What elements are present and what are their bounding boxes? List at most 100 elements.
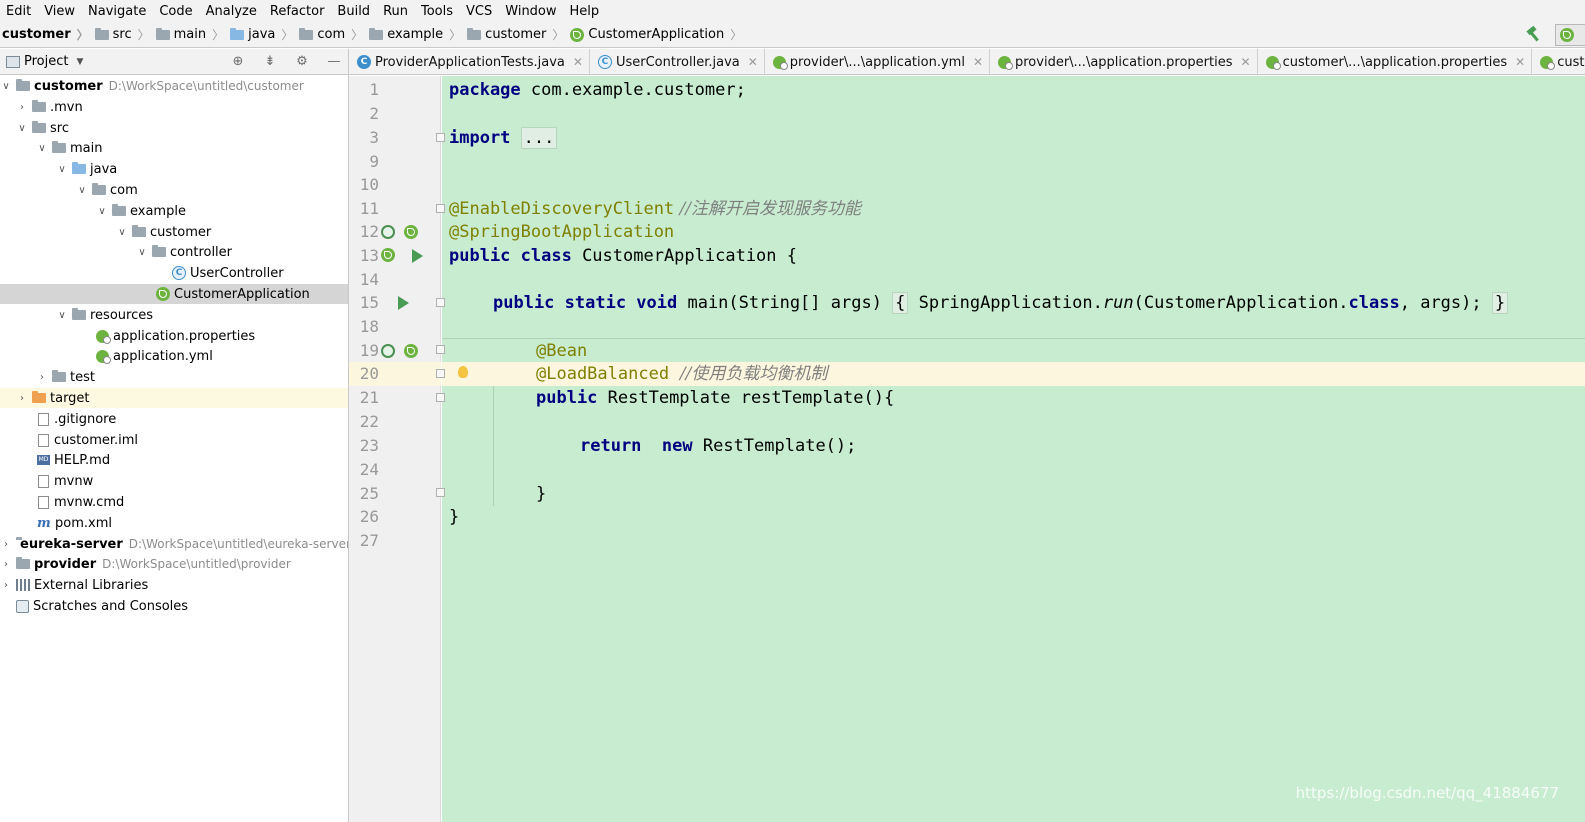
menu-navigate[interactable]: Navigate [88, 4, 146, 19]
chevron-down-icon[interactable]: ∨ [16, 123, 28, 134]
chevron-right-icon[interactable]: › [16, 393, 28, 404]
menu-vcs[interactable]: VCS [466, 4, 492, 19]
close-icon[interactable]: ✕ [1241, 55, 1251, 69]
fold-toggle-icon[interactable] [436, 133, 445, 142]
minimize-icon[interactable]: — [326, 54, 342, 70]
chevron-down-icon[interactable]: ∨ [56, 164, 68, 175]
chevron-right-icon[interactable]: › [16, 102, 28, 113]
tree-item-eureka-server[interactable]: › eureka-server D:\WorkSpace\untitled\eure… [0, 534, 351, 554]
tree-item-com[interactable]: ∨ com [0, 180, 348, 200]
fold-toggle-icon[interactable] [436, 204, 445, 213]
close-icon[interactable]: ✕ [1515, 55, 1525, 69]
close-icon[interactable]: ✕ [973, 55, 983, 69]
chevron-down-icon[interactable]: ∨ [56, 310, 68, 321]
chevron-down-icon[interactable]: ∨ [76, 185, 88, 196]
menu-tools[interactable]: Tools [421, 4, 453, 19]
chevron-right-icon[interactable]: › [36, 372, 48, 383]
tree-item-help-md[interactable]: MD HELP.md [0, 450, 348, 470]
run-main-icon[interactable] [398, 296, 409, 310]
breadcrumb-customer[interactable]: customer 〉 [0, 22, 93, 48]
tree-item-customer-package[interactable]: ∨ customer [0, 222, 348, 242]
tree-item-customerapplication[interactable]: CustomerApplication [0, 284, 348, 304]
chevron-down-icon[interactable]: ∨ [96, 206, 108, 217]
menu-refactor[interactable]: Refactor [270, 4, 325, 19]
menu-build[interactable]: Build [337, 4, 370, 19]
fold-toggle-icon[interactable] [436, 488, 445, 497]
fold-toggle-icon[interactable] [436, 369, 445, 378]
chevron-down-icon[interactable]: ∨ [136, 247, 148, 258]
tree-item-application-properties[interactable]: application.properties [0, 326, 348, 346]
chevron-down-icon[interactable]: ∨ [0, 81, 12, 92]
tree-item-application-yml[interactable]: application.yml [0, 346, 348, 366]
tree-item-test[interactable]: › test [0, 367, 348, 387]
folded-imports[interactable]: ... [520, 127, 558, 149]
package-icon [152, 245, 166, 257]
menu-analyze[interactable]: Analyze [206, 4, 257, 19]
chevron-down-icon[interactable]: ▼ [76, 57, 83, 67]
tree-item-example[interactable]: ∨ example [0, 201, 348, 221]
tab-user-controller[interactable]: C UserController.java ✕ [590, 49, 765, 74]
tree-item-target[interactable]: › target [0, 388, 348, 408]
chevron-down-icon[interactable]: ∨ [116, 227, 128, 238]
run-configuration-selector[interactable] [1555, 24, 1585, 46]
tab-customer-application-properties[interactable]: customer\...\application.properties ✕ [1258, 49, 1533, 74]
project-view-selector[interactable]: Project [24, 54, 68, 69]
tree-item-scratches[interactable]: Scratches and Consoles [0, 596, 348, 616]
tab-provider-application-tests[interactable]: C ProviderApplicationTests.java ✕ [349, 49, 590, 74]
folded-block[interactable]: { [892, 292, 909, 314]
breadcrumb-customer-application[interactable]: CustomerApplication 〉 [568, 22, 746, 48]
menu-edit[interactable]: Edit [6, 4, 31, 19]
chevron-right-icon[interactable]: › [0, 539, 12, 550]
tree-item-pom-xml[interactable]: m pom.xml [0, 513, 348, 533]
breadcrumb-java[interactable]: java 〉 [228, 22, 297, 48]
lightbulb-icon[interactable] [458, 366, 468, 378]
menu-code[interactable]: Code [159, 4, 192, 19]
collapse-all-icon[interactable]: ⇟ [262, 54, 278, 70]
find-usages-icon[interactable] [381, 344, 395, 358]
tree-item-external-libraries[interactable]: › External Libraries [0, 575, 348, 595]
spring-bean-icon[interactable] [404, 344, 418, 358]
find-usages-icon[interactable] [381, 225, 395, 239]
close-icon[interactable]: ✕ [748, 55, 758, 69]
tab-provider-application-yml[interactable]: provider\...\application.yml ✕ [765, 49, 990, 74]
tab-provider-application-properties[interactable]: provider\...\application.properties ✕ [990, 49, 1258, 74]
tree-item-customer-module[interactable]: ∨ customer D:\WorkSpace\untitled\customer [0, 76, 348, 96]
tree-item-mvnw-cmd[interactable]: mvnw.cmd [0, 492, 348, 512]
close-icon[interactable]: ✕ [573, 55, 583, 69]
spring-bean-icon[interactable] [404, 225, 418, 239]
tree-item-src[interactable]: ∨ src [0, 118, 348, 138]
fold-toggle-icon[interactable] [436, 298, 445, 307]
menu-run[interactable]: Run [383, 4, 408, 19]
tab-customer-application-yml[interactable]: customer\...\applicati [1532, 49, 1585, 74]
spring-class-icon[interactable] [381, 248, 395, 262]
tree-item-gitignore[interactable]: .gitignore [0, 409, 348, 429]
menu-help[interactable]: Help [570, 4, 600, 19]
run-class-icon[interactable] [412, 249, 423, 263]
breadcrumb-src[interactable]: src 〉 [93, 22, 154, 48]
build-hammer-icon[interactable] [1525, 27, 1541, 43]
breadcrumb-com[interactable]: com 〉 [297, 22, 367, 48]
fold-toggle-icon[interactable] [436, 393, 445, 402]
gear-icon[interactable]: ⚙ [294, 54, 310, 70]
breadcrumb-example[interactable]: example 〉 [367, 22, 465, 48]
tree-item-resources[interactable]: ∨ resources [0, 305, 348, 325]
breadcrumb-main[interactable]: main 〉 [154, 22, 229, 48]
tree-item-usercontroller[interactable]: C UserController [0, 263, 348, 283]
tree-item-controller[interactable]: ∨ controller [0, 242, 348, 262]
locate-icon[interactable]: ⊕ [230, 54, 246, 70]
tree-item-label: target [50, 390, 90, 406]
tree-item-provider[interactable]: › provider D:\WorkSpace\untitled\provider [0, 554, 348, 574]
chevron-right-icon[interactable]: › [0, 559, 12, 570]
fold-toggle-icon[interactable] [436, 345, 445, 354]
menu-view[interactable]: View [44, 4, 75, 19]
tree-item-main[interactable]: ∨ main [0, 138, 348, 158]
chevron-down-icon[interactable]: ∨ [36, 143, 48, 154]
breadcrumb-customer-package[interactable]: customer 〉 [465, 22, 568, 48]
tree-item-mvnw[interactable]: mvnw [0, 471, 348, 491]
folded-block[interactable]: } [1491, 292, 1509, 314]
tree-item-mvn[interactable]: › .mvn [0, 97, 348, 117]
tree-item-customer-iml[interactable]: customer.iml [0, 430, 348, 450]
menu-window[interactable]: Window [505, 4, 556, 19]
tree-item-java[interactable]: ∨ java [0, 159, 348, 179]
chevron-right-icon[interactable]: › [0, 580, 12, 591]
